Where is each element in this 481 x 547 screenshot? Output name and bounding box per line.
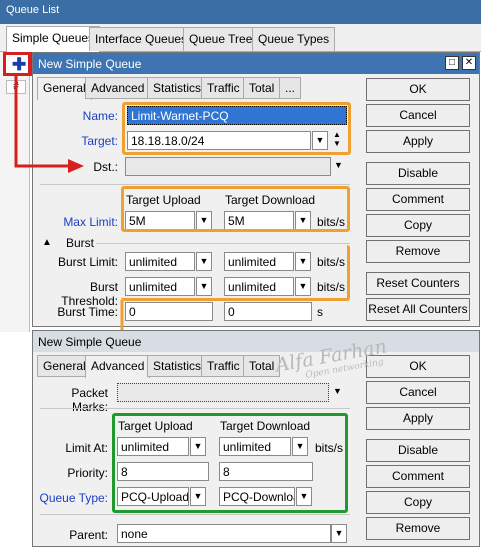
window-title: New Simple Queue: [38, 57, 142, 71]
section-separator-2: [40, 408, 350, 409]
limit-at-label: Limit At:: [65, 441, 108, 455]
tab-more[interactable]: ...: [279, 77, 302, 99]
apply-button-2[interactable]: Apply: [366, 407, 470, 430]
packet-marks-input[interactable]: [117, 383, 329, 402]
tab-interface-queues[interactable]: Interface Queues: [89, 27, 194, 51]
burst-time-unit: s: [317, 305, 323, 319]
tab-queue-tree[interactable]: Queue Tree: [183, 27, 259, 51]
packet-marks-label: Packet Marks:: [71, 386, 108, 414]
highlight-burst: [121, 245, 350, 301]
apply-button[interactable]: Apply: [366, 130, 470, 153]
copy-button[interactable]: Copy: [366, 214, 470, 237]
reset-counters-button[interactable]: Reset Counters: [366, 272, 470, 295]
tab-traffic[interactable]: Traffic: [201, 77, 246, 99]
highlight-add-button: [3, 52, 32, 76]
priority-label: Priority:: [67, 466, 108, 480]
tab-simple-queues[interactable]: Simple Queues: [6, 26, 101, 52]
tab2-general[interactable]: General: [37, 355, 92, 377]
comment-button-2[interactable]: Comment: [366, 465, 470, 488]
burst-limit-label: Burst Limit:: [57, 255, 118, 269]
disable-button[interactable]: Disable: [366, 162, 470, 185]
max-limit-label: Max Limit:: [63, 215, 118, 229]
tab2-traffic[interactable]: Traffic: [201, 355, 246, 377]
tab-statistics[interactable]: Statistics: [147, 77, 208, 99]
annotation-arrow-red: [14, 76, 84, 173]
tab-queue-types[interactable]: Queue Types: [252, 27, 336, 51]
section-separator-3: [40, 514, 350, 515]
parent-label: Parent:: [69, 528, 108, 542]
burst-section-label: Burst: [66, 236, 95, 250]
burst-time-label: Burst Time:: [57, 305, 118, 319]
tab-total[interactable]: Total: [243, 77, 281, 99]
parent-dropdown-icon[interactable]: ▼: [331, 524, 347, 543]
burst-threshold-label: Burst Threshold:: [61, 280, 118, 308]
maximize-icon[interactable]: □: [445, 56, 459, 70]
queue-type-label: Queue Type:: [39, 491, 109, 505]
close-icon[interactable]: ✕: [462, 56, 476, 70]
tab2-statistics[interactable]: Statistics: [147, 355, 208, 377]
remove-button-2[interactable]: Remove: [366, 517, 470, 540]
cancel-button-2[interactable]: Cancel: [366, 381, 470, 404]
packet-marks-dropdown-icon[interactable]: ▼: [333, 386, 342, 396]
highlight-max-limit: [121, 186, 350, 232]
burst-time-download-input[interactable]: 0: [224, 302, 312, 321]
remove-button[interactable]: Remove: [366, 240, 470, 263]
window-title-bar: New Simple Queue □ ✕: [33, 53, 479, 74]
cancel-button[interactable]: Cancel: [366, 104, 470, 127]
parent-select[interactable]: none: [117, 524, 331, 543]
queue-list-tabbar: Simple Queues Interface Queues Queue Tre…: [0, 24, 481, 52]
tab2-advanced[interactable]: Advanced: [85, 355, 151, 378]
ok-button[interactable]: OK: [366, 78, 470, 101]
dst-dropdown-icon[interactable]: ▼: [334, 160, 343, 170]
highlight-name-target: [122, 102, 351, 155]
window2-title-bar: New Simple Queue: [33, 331, 479, 352]
copy-button-2[interactable]: Copy: [366, 491, 470, 514]
burst-time-upload-input[interactable]: 0: [125, 302, 213, 321]
burst-separator: [96, 243, 350, 244]
reset-all-counters-button[interactable]: Reset All Counters: [366, 298, 470, 321]
comment-button[interactable]: Comment: [366, 188, 470, 211]
disable-button-2[interactable]: Disable: [366, 439, 470, 462]
queue-list-title: Queue List: [0, 0, 481, 24]
section-separator: [40, 184, 350, 185]
tab-advanced[interactable]: Advanced: [85, 77, 151, 99]
burst-collapse-icon[interactable]: ▲: [42, 237, 52, 248]
dst-input[interactable]: [125, 157, 331, 176]
highlight-advanced-settings: [112, 413, 348, 513]
window2-title: New Simple Queue: [38, 335, 142, 349]
